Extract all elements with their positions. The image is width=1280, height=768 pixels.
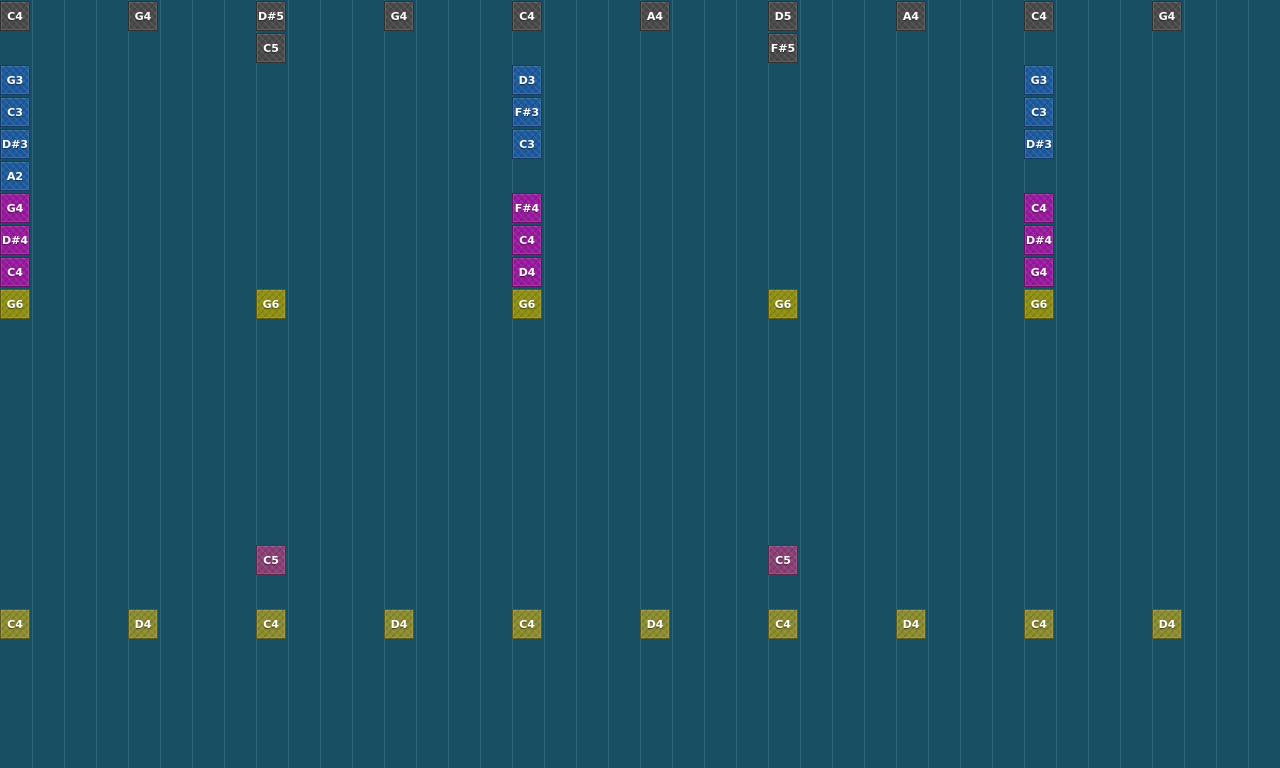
note-block-olive[interactable]: C4	[768, 609, 798, 639]
grid-column-line	[1248, 0, 1249, 768]
note-block-magenta[interactable]: G4	[1024, 257, 1054, 287]
note-block-gray[interactable]: F#5	[768, 33, 798, 63]
grid-column-line	[640, 0, 641, 768]
grid-column-line	[576, 0, 577, 768]
note-block-blue[interactable]: C3	[512, 129, 542, 159]
grid-column-line	[224, 0, 225, 768]
note-block-blue[interactable]: D3	[512, 65, 542, 95]
note-block-gray[interactable]: A4	[896, 1, 926, 31]
note-block-gray[interactable]: D5	[768, 1, 798, 31]
note-block-magenta[interactable]: C4	[1024, 193, 1054, 223]
grid-column-line	[96, 0, 97, 768]
note-block-magenta[interactable]: C4	[512, 225, 542, 255]
note-block-yellow[interactable]: G6	[512, 289, 542, 319]
grid-column-line	[32, 0, 33, 768]
grid-column-line	[1216, 0, 1217, 768]
note-block-magenta[interactable]: C4	[0, 257, 30, 287]
note-block-blue[interactable]: C3	[0, 97, 30, 127]
note-block-olive[interactable]: D4	[640, 609, 670, 639]
note-block-magenta[interactable]: D#4	[0, 225, 30, 255]
grid-column-line	[448, 0, 449, 768]
grid-column-line	[960, 0, 961, 768]
grid-column-line	[736, 0, 737, 768]
grid-column-line	[384, 0, 385, 768]
note-block-yellow[interactable]: G6	[768, 289, 798, 319]
grid-column-line	[1120, 0, 1121, 768]
note-block-blue[interactable]: G3	[0, 65, 30, 95]
grid-column-line	[352, 0, 353, 768]
grid-column-line	[480, 0, 481, 768]
note-block-olive[interactable]: C4	[256, 609, 286, 639]
grid-column-line	[544, 0, 545, 768]
grid-column-line	[128, 0, 129, 768]
grid-column-line	[672, 0, 673, 768]
grid-column-line	[832, 0, 833, 768]
note-block-gray[interactable]: A4	[640, 1, 670, 31]
grid-column-line	[256, 0, 257, 768]
note-block-olive[interactable]: D4	[128, 609, 158, 639]
note-block-gray[interactable]: C4	[0, 1, 30, 31]
grid-column-line	[1088, 0, 1089, 768]
note-block-gray[interactable]: G4	[128, 1, 158, 31]
note-block-magenta[interactable]: D4	[512, 257, 542, 287]
note-block-blue[interactable]: D#3	[0, 129, 30, 159]
note-block-gray[interactable]: C5	[256, 33, 286, 63]
note-block-gray[interactable]: G4	[384, 1, 414, 31]
note-block-magenta[interactable]: D#4	[1024, 225, 1054, 255]
note-block-olive[interactable]: C4	[0, 609, 30, 639]
grid-column-line	[192, 0, 193, 768]
grid-column-line	[992, 0, 993, 768]
grid-column-line	[160, 0, 161, 768]
note-block-gray[interactable]: C4	[1024, 1, 1054, 31]
note-block-gray[interactable]: G4	[1152, 1, 1182, 31]
grid-column-line	[64, 0, 65, 768]
grid-column-line	[416, 0, 417, 768]
note-block-magenta[interactable]: F#4	[512, 193, 542, 223]
grid-column-line	[1184, 0, 1185, 768]
note-block-olive[interactable]: C4	[1024, 609, 1054, 639]
sequencer-grid[interactable]: C4 G4 D#5 C5 G4 C4 A4 D5 F#5 A4 C4 G4 G3 C3 D#3 A2 D3 F#3…	[0, 0, 1280, 768]
note-block-blue[interactable]: F#3	[512, 97, 542, 127]
grid-column-line	[320, 0, 321, 768]
note-block-yellow[interactable]: G6	[1024, 289, 1054, 319]
note-block-magenta[interactable]: G4	[0, 193, 30, 223]
note-block-olive[interactable]: D4	[896, 609, 926, 639]
grid-column-line	[1152, 0, 1153, 768]
grid-column-line	[896, 0, 897, 768]
grid-column-line	[1056, 0, 1057, 768]
note-block-olive[interactable]: C4	[512, 609, 542, 639]
note-block-gray[interactable]: D#5	[256, 1, 286, 31]
note-block-pink[interactable]: C5	[768, 545, 798, 575]
note-block-pink[interactable]: C5	[256, 545, 286, 575]
note-block-blue[interactable]: C3	[1024, 97, 1054, 127]
note-block-olive[interactable]: D4	[384, 609, 414, 639]
grid-column-line	[928, 0, 929, 768]
note-block-blue[interactable]: G3	[1024, 65, 1054, 95]
grid-column-line	[704, 0, 705, 768]
grid-column-line	[768, 0, 769, 768]
grid-column-line	[800, 0, 801, 768]
note-block-gray[interactable]: C4	[512, 1, 542, 31]
grid-column-line	[288, 0, 289, 768]
note-block-yellow[interactable]: G6	[0, 289, 30, 319]
note-block-blue[interactable]: D#3	[1024, 129, 1054, 159]
note-block-olive[interactable]: D4	[1152, 609, 1182, 639]
note-block-blue[interactable]: A2	[0, 161, 30, 191]
grid-column-line	[608, 0, 609, 768]
note-block-yellow[interactable]: G6	[256, 289, 286, 319]
grid-column-line	[864, 0, 865, 768]
